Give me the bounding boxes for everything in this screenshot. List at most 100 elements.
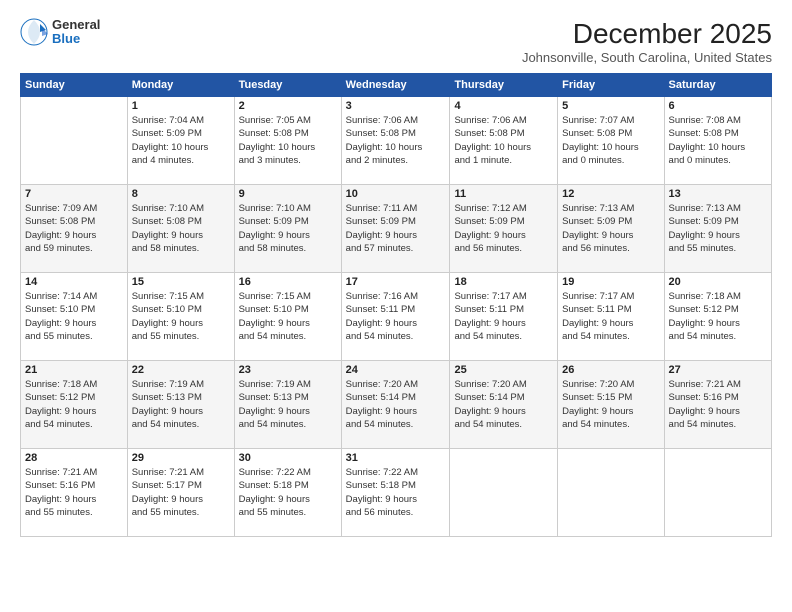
header-sunday: Sunday	[21, 74, 128, 97]
day-number: 15	[132, 276, 230, 288]
day-info: Sunrise: 7:22 AM Sunset: 5:18 PM Dayligh…	[346, 466, 446, 519]
calendar-cell: 1Sunrise: 7:04 AM Sunset: 5:09 PM Daylig…	[127, 97, 234, 185]
calendar-cell: 9 Sunrise: 7:10 AM Sunset: 5:09 PM Daylig…	[234, 185, 341, 273]
day-number: 16	[239, 276, 337, 288]
logo-general-text: General	[52, 18, 100, 32]
day-info: Sunrise: 7:10 AM Sunset: 5:09 PM Dayligh…	[239, 202, 337, 255]
day-number: 29	[132, 452, 230, 464]
calendar-cell: 25 Sunrise: 7:20 AM Sunset: 5:14 PM Dayli…	[450, 361, 558, 449]
day-info: Sunrise: 7:15 AM Sunset: 5:10 PM Dayligh…	[239, 290, 337, 343]
day-info: Sunrise: 7:19 AM Sunset: 5:13 PM Dayligh…	[239, 378, 337, 431]
day-number: 10	[346, 188, 446, 200]
logo-icon	[20, 18, 48, 46]
day-info: Sunrise: 7:22 AM Sunset: 5:18 PM Dayligh…	[239, 466, 337, 519]
calendar-cell	[450, 449, 558, 537]
calendar-cell: 3Sunrise: 7:06 AM Sunset: 5:08 PM Daylig…	[341, 97, 450, 185]
day-number: 25	[454, 364, 553, 376]
day-number: 7	[25, 188, 123, 200]
day-info: Sunrise: 7:21 AM Sunset: 5:16 PM Dayligh…	[25, 466, 123, 519]
day-info: Sunrise: 7:21 AM Sunset: 5:16 PM Dayligh…	[669, 378, 767, 431]
day-number: 24	[346, 364, 446, 376]
day-number: 2	[239, 100, 337, 112]
day-number: 9	[239, 188, 337, 200]
day-number: 27	[669, 364, 767, 376]
day-number: 18	[454, 276, 553, 288]
month-year-title: December 2025	[522, 18, 772, 50]
day-number: 13	[669, 188, 767, 200]
calendar-cell: 21Sunrise: 7:18 AM Sunset: 5:12 PM Dayli…	[21, 361, 128, 449]
day-number: 1	[132, 100, 230, 112]
day-number: 8	[132, 188, 230, 200]
calendar-cell: 10 Sunrise: 7:11 AM Sunset: 5:09 PM Dayli…	[341, 185, 450, 273]
calendar-cell: 31Sunrise: 7:22 AM Sunset: 5:18 PM Dayli…	[341, 449, 450, 537]
day-number: 14	[25, 276, 123, 288]
header-tuesday: Tuesday	[234, 74, 341, 97]
day-info: Sunrise: 7:15 AM Sunset: 5:10 PM Dayligh…	[132, 290, 230, 343]
day-number: 17	[346, 276, 446, 288]
day-number: 22	[132, 364, 230, 376]
calendar-cell	[21, 97, 128, 185]
day-number: 5	[562, 100, 659, 112]
day-number: 20	[669, 276, 767, 288]
calendar-cell: 7Sunrise: 7:09 AM Sunset: 5:08 PM Daylig…	[21, 185, 128, 273]
day-info: Sunrise: 7:13 AM Sunset: 5:09 PM Dayligh…	[669, 202, 767, 255]
day-info: Sunrise: 7:06 AM Sunset: 5:08 PM Dayligh…	[346, 114, 446, 167]
calendar-cell: 6Sunrise: 7:08 AM Sunset: 5:08 PM Daylig…	[664, 97, 771, 185]
calendar-cell: 27 Sunrise: 7:21 AM Sunset: 5:16 PM Dayli…	[664, 361, 771, 449]
day-info: Sunrise: 7:11 AM Sunset: 5:09 PM Dayligh…	[346, 202, 446, 255]
header-wednesday: Wednesday	[341, 74, 450, 97]
day-info: Sunrise: 7:18 AM Sunset: 5:12 PM Dayligh…	[669, 290, 767, 343]
logo-blue-text: Blue	[52, 32, 100, 46]
calendar-cell: 15 Sunrise: 7:15 AM Sunset: 5:10 PM Dayli…	[127, 273, 234, 361]
calendar-cell	[558, 449, 664, 537]
calendar-cell: 24Sunrise: 7:20 AM Sunset: 5:14 PM Dayli…	[341, 361, 450, 449]
day-info: Sunrise: 7:08 AM Sunset: 5:08 PM Dayligh…	[669, 114, 767, 167]
calendar-cell: 5 Sunrise: 7:07 AM Sunset: 5:08 PM Daylig…	[558, 97, 664, 185]
week-row-1: 1Sunrise: 7:04 AM Sunset: 5:09 PM Daylig…	[21, 97, 772, 185]
day-number: 30	[239, 452, 337, 464]
day-number: 23	[239, 364, 337, 376]
day-number: 19	[562, 276, 659, 288]
day-info: Sunrise: 7:20 AM Sunset: 5:14 PM Dayligh…	[454, 378, 553, 431]
calendar-cell: 17Sunrise: 7:16 AM Sunset: 5:11 PM Dayli…	[341, 273, 450, 361]
day-info: Sunrise: 7:13 AM Sunset: 5:09 PM Dayligh…	[562, 202, 659, 255]
title-block: December 2025 Johnsonville, South Caroli…	[522, 18, 772, 65]
calendar-cell: 14 Sunrise: 7:14 AM Sunset: 5:10 PM Dayli…	[21, 273, 128, 361]
header-thursday: Thursday	[450, 74, 558, 97]
calendar-cell: 26Sunrise: 7:20 AM Sunset: 5:15 PM Dayli…	[558, 361, 664, 449]
calendar-cell: 12Sunrise: 7:13 AM Sunset: 5:09 PM Dayli…	[558, 185, 664, 273]
day-info: Sunrise: 7:21 AM Sunset: 5:17 PM Dayligh…	[132, 466, 230, 519]
day-number: 11	[454, 188, 553, 200]
calendar-cell: 16 Sunrise: 7:15 AM Sunset: 5:10 PM Dayli…	[234, 273, 341, 361]
week-row-5: 28 Sunrise: 7:21 AM Sunset: 5:16 PM Dayli…	[21, 449, 772, 537]
calendar-cell: 28 Sunrise: 7:21 AM Sunset: 5:16 PM Dayli…	[21, 449, 128, 537]
calendar-header-row: SundayMondayTuesdayWednesdayThursdayFrid…	[21, 74, 772, 97]
day-info: Sunrise: 7:06 AM Sunset: 5:08 PM Dayligh…	[454, 114, 553, 167]
header-saturday: Saturday	[664, 74, 771, 97]
calendar-cell: 19 Sunrise: 7:17 AM Sunset: 5:11 PM Dayli…	[558, 273, 664, 361]
calendar-cell	[664, 449, 771, 537]
location-text: Johnsonville, South Carolina, United Sta…	[522, 50, 772, 65]
day-info: Sunrise: 7:10 AM Sunset: 5:08 PM Dayligh…	[132, 202, 230, 255]
day-info: Sunrise: 7:14 AM Sunset: 5:10 PM Dayligh…	[25, 290, 123, 343]
calendar-cell: 30 Sunrise: 7:22 AM Sunset: 5:18 PM Dayli…	[234, 449, 341, 537]
calendar-cell: 8 Sunrise: 7:10 AM Sunset: 5:08 PM Daylig…	[127, 185, 234, 273]
week-row-2: 7Sunrise: 7:09 AM Sunset: 5:08 PM Daylig…	[21, 185, 772, 273]
logo: General Blue	[20, 18, 100, 47]
calendar-cell: 13 Sunrise: 7:13 AM Sunset: 5:09 PM Dayli…	[664, 185, 771, 273]
day-number: 28	[25, 452, 123, 464]
day-info: Sunrise: 7:17 AM Sunset: 5:11 PM Dayligh…	[454, 290, 553, 343]
day-number: 26	[562, 364, 659, 376]
calendar-cell: 2Sunrise: 7:05 AM Sunset: 5:08 PM Daylig…	[234, 97, 341, 185]
calendar-cell: 11 Sunrise: 7:12 AM Sunset: 5:09 PM Dayli…	[450, 185, 558, 273]
day-info: Sunrise: 7:18 AM Sunset: 5:12 PM Dayligh…	[25, 378, 123, 431]
calendar-cell: 4Sunrise: 7:06 AM Sunset: 5:08 PM Daylig…	[450, 97, 558, 185]
calendar-cell: 22 Sunrise: 7:19 AM Sunset: 5:13 PM Dayli…	[127, 361, 234, 449]
calendar-cell: 18 Sunrise: 7:17 AM Sunset: 5:11 PM Dayli…	[450, 273, 558, 361]
header-monday: Monday	[127, 74, 234, 97]
day-info: Sunrise: 7:19 AM Sunset: 5:13 PM Dayligh…	[132, 378, 230, 431]
day-info: Sunrise: 7:12 AM Sunset: 5:09 PM Dayligh…	[454, 202, 553, 255]
day-info: Sunrise: 7:17 AM Sunset: 5:11 PM Dayligh…	[562, 290, 659, 343]
day-info: Sunrise: 7:07 AM Sunset: 5:08 PM Dayligh…	[562, 114, 659, 167]
calendar-cell: 29 Sunrise: 7:21 AM Sunset: 5:17 PM Dayli…	[127, 449, 234, 537]
